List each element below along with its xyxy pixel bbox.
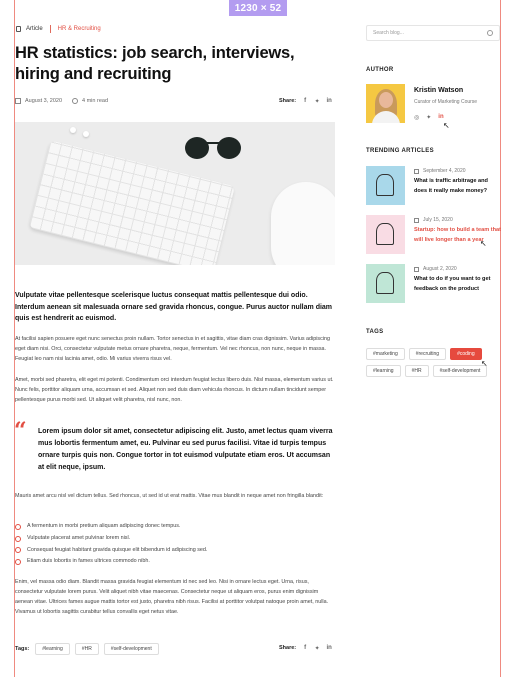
trending-heading: TRENDING ARTICLES <box>366 148 434 154</box>
paragraph-2: Amet, morbi sed pharetra, elit eget mi p… <box>15 377 334 403</box>
tag-coding[interactable]: #coding <box>450 348 482 360</box>
dimension-badge: 1230 × 52 <box>229 0 287 16</box>
trending-date: August 2, 2020 <box>414 266 457 272</box>
earbud-shape <box>70 127 76 133</box>
trending-title[interactable]: Startup: how to build a team that will l… <box>414 226 502 245</box>
breadcrumb-category[interactable]: HR & Recruiting <box>58 26 101 32</box>
tags-label: Tags: <box>15 646 30 652</box>
trending-date: September 4, 2020 <box>414 168 466 174</box>
list-item: Vulputate placerat amet pulvinar lorem n… <box>15 533 207 545</box>
share-label: Share: <box>279 645 297 651</box>
twitter-icon[interactable]: ✦ <box>314 645 320 652</box>
sidebar-tags: #marketing #recruiting #coding #learning… <box>366 348 500 377</box>
frame-guide-right <box>500 0 501 677</box>
share-bar-top: Share: f ✦ in <box>279 98 332 105</box>
tag-hr[interactable]: #HR <box>74 643 99 655</box>
twitter-icon[interactable]: ✦ <box>426 114 431 121</box>
search-icon[interactable] <box>487 30 493 36</box>
article-lead: Vulputate vitae pellentesque scelerisque… <box>15 292 333 322</box>
earbud-shape <box>83 131 89 137</box>
author-heading: AUTHOR <box>366 67 394 73</box>
calendar-icon <box>414 217 419 223</box>
tags-heading: TAGS <box>366 329 384 335</box>
search-placeholder: Search blog... <box>373 30 404 36</box>
tag-learning[interactable]: #learning <box>35 643 70 655</box>
check-list: A fermentum in morbi pretium aliquam adi… <box>15 521 207 568</box>
breadcrumb-type[interactable]: Article <box>26 26 43 32</box>
tag-marketing[interactable]: #marketing <box>366 348 405 360</box>
sunglasses-shape <box>185 137 249 163</box>
paragraph-3: Mauris amet arcu nisl vel dictum tellus.… <box>15 493 324 499</box>
tag-self-development[interactable]: #self-development <box>103 643 159 655</box>
share-bar-bottom: Share: f ✦ in <box>279 645 332 652</box>
facebook-icon[interactable]: f <box>302 645 308 651</box>
cursor-icon: ↖ <box>443 121 450 130</box>
search-input[interactable]: Search blog... <box>366 25 500 41</box>
paragraph-4: Enim, vel massa odio diam. Blandit massa… <box>15 579 329 615</box>
mouse-shape <box>271 182 335 265</box>
trending-thumbnail <box>366 264 405 303</box>
trending-thumbnail <box>366 166 405 205</box>
blockquote: Lorem ipsum dolor sit amet, consectetur … <box>38 428 333 471</box>
breadcrumb: Article HR & Recruiting <box>16 25 101 33</box>
cursor-icon: ↖ <box>480 239 487 248</box>
clock-icon <box>72 98 79 104</box>
linkedin-icon[interactable]: in <box>438 114 443 121</box>
article-title: HR statistics: job search, interviews, h… <box>15 44 295 83</box>
trending-date: July 15, 2020 <box>414 217 453 223</box>
article-tags: Tags: #learning #HR #self-development <box>15 643 159 655</box>
calendar-icon <box>15 98 21 104</box>
check-icon <box>15 535 21 542</box>
author-role: Curator of Marketing Course <box>414 99 478 105</box>
linkedin-icon[interactable]: in <box>326 98 332 104</box>
calendar-icon <box>414 266 419 272</box>
hero-image <box>15 122 335 265</box>
article-meta: August 3, 2020 4 min read <box>15 98 108 104</box>
paragraph-1: At facilisi sapien posuere eget nunc sen… <box>15 336 331 362</box>
trending-item[interactable]: September 4, 2020 What is traffic arbitr… <box>366 166 500 206</box>
check-icon <box>15 559 21 566</box>
article-date: August 3, 2020 <box>25 98 63 104</box>
facebook-icon[interactable]: f <box>302 98 308 104</box>
cursor-icon: ↖ <box>481 359 488 368</box>
tag-learning[interactable]: #learning <box>366 365 401 377</box>
quote-mark-icon: “ <box>14 418 27 444</box>
trending-thumbnail <box>366 215 405 254</box>
calendar-icon <box>414 168 419 174</box>
avatar <box>366 84 405 123</box>
trending-item[interactable]: July 15, 2020 Startup: how to build a te… <box>366 215 502 255</box>
read-time: 4 min read <box>82 98 109 104</box>
share-label: Share: <box>279 98 297 104</box>
list-item: A fermentum in morbi pretium aliquam adi… <box>15 521 207 533</box>
linkedin-icon[interactable]: in <box>326 645 332 651</box>
author-name[interactable]: Kristin Watson <box>414 87 463 94</box>
tag-recruiting[interactable]: #recruiting <box>408 348 447 360</box>
author-social-links: ◎ ✦ in <box>414 114 444 121</box>
list-item: Etiam duis lobortis in fames ultrices co… <box>15 556 207 568</box>
trending-item[interactable]: August 2, 2020 What to do if you want to… <box>366 264 500 304</box>
check-icon <box>15 523 21 530</box>
trending-title[interactable]: What to do if you want to get feedback o… <box>414 275 502 294</box>
tag-self-development[interactable]: #self-development <box>432 365 488 377</box>
trending-title[interactable]: What is traffic arbitrage and does it re… <box>414 177 502 196</box>
check-icon <box>15 547 21 554</box>
document-icon <box>16 26 21 32</box>
tag-hr[interactable]: #HR <box>404 365 429 377</box>
breadcrumb-divider <box>49 25 51 33</box>
twitter-icon[interactable]: ✦ <box>314 98 320 105</box>
list-item: Consequat feugiat habitant gravida quisq… <box>15 545 207 557</box>
instagram-icon[interactable]: ◎ <box>414 114 419 121</box>
